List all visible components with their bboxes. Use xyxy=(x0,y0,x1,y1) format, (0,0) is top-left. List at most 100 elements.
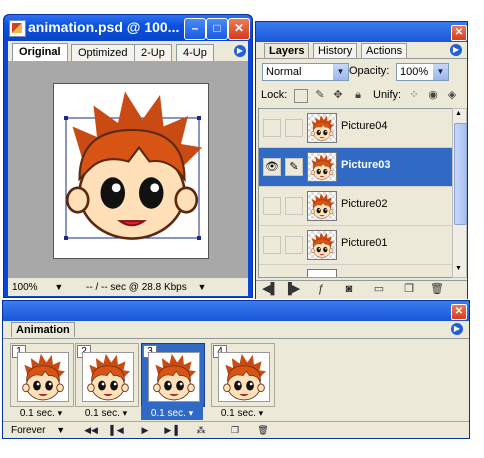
lock-transparency-icon[interactable] xyxy=(294,89,308,103)
frame-thumbnail xyxy=(148,352,200,402)
download-info-dropdown[interactable]: -- / -- sec @ 28.8 Kbps ▼ xyxy=(86,280,206,294)
tab-optimized[interactable]: Optimized xyxy=(71,44,135,61)
next-frame-icon[interactable]: ▶▐ xyxy=(163,424,179,436)
first-frame-icon[interactable]: ◀◀ xyxy=(83,424,99,436)
unify-label: Unify: xyxy=(373,89,402,101)
unify-style-icon[interactable]: ◈ xyxy=(446,89,458,101)
blend-mode-value: Normal xyxy=(266,66,302,78)
layer-thumbnail xyxy=(307,230,337,260)
animation-frame[interactable]: 4 xyxy=(211,343,275,407)
new-folder-icon[interactable]: ▭ xyxy=(372,283,386,296)
tab-2-up[interactable]: 2-Up xyxy=(134,44,172,61)
chevron-down-icon: ▼ xyxy=(54,282,64,292)
new-layer-icon[interactable]: ❐ xyxy=(402,283,416,296)
loop-options-dropdown[interactable]: Forever ▼ xyxy=(11,423,65,437)
previous-frame-icon[interactable]: ◀▌ xyxy=(262,283,278,296)
layer-thumbnail xyxy=(307,269,337,277)
animation-frame[interactable]: 2 xyxy=(75,343,139,407)
scrollbar-thumb[interactable] xyxy=(454,123,467,225)
layer-thumbnail xyxy=(307,191,337,221)
chevron-down-icon: ▼ xyxy=(433,64,448,80)
layers-scrollbar[interactable]: ▲ ▼ xyxy=(452,108,467,278)
tabs-scroll-arrow-icon[interactable]: ▶ xyxy=(234,45,246,57)
tab-layers[interactable]: Layers xyxy=(264,43,310,58)
frame-delay[interactable]: 0.1 sec. ▾ xyxy=(10,406,72,420)
close-button[interactable]: ✕ xyxy=(228,18,250,40)
close-palette-button[interactable]: ✕ xyxy=(451,25,467,41)
palette-tabs: Animation ▶ xyxy=(3,321,469,339)
scroll-up-icon[interactable]: ▲ xyxy=(455,110,462,117)
tab-original[interactable]: Original xyxy=(12,43,68,62)
document-title: animation.psd @ 100... xyxy=(28,19,180,35)
canvas-area xyxy=(8,61,248,277)
tab-4-up[interactable]: 4-Up xyxy=(176,44,214,61)
unify-position-icon[interactable]: ⁘ xyxy=(408,89,420,101)
blend-mode-select[interactable]: Normal ▼ xyxy=(262,63,349,81)
duplicate-frame-icon[interactable]: ❐ xyxy=(227,424,243,436)
image-canvas[interactable] xyxy=(53,83,209,259)
palette-tabs: Layers History Actions ▶ xyxy=(256,42,467,59)
play-icon[interactable]: ▶ xyxy=(137,424,153,436)
scroll-down-icon[interactable]: ▼ xyxy=(455,265,462,272)
frame-delay-value: 0.1 sec. xyxy=(220,408,256,419)
tween-icon[interactable]: ⁂ xyxy=(193,424,209,436)
layer-row[interactable]: 👁︎ ✎ Picture03 xyxy=(259,148,452,187)
trash-icon[interactable]: 🗑︎ xyxy=(255,424,271,436)
frame-delay-value: 0.1 sec. xyxy=(84,408,120,419)
zoom-value: 100% xyxy=(12,282,38,293)
animation-frame[interactable]: 1 xyxy=(10,343,74,407)
minimize-button[interactable]: – xyxy=(184,18,206,40)
frame-thumbnail xyxy=(82,352,134,402)
unify-visibility-icon[interactable]: ◉ xyxy=(427,89,439,101)
lock-paint-brush-icon[interactable]: ✎ xyxy=(314,89,326,101)
palette-menu-arrow-icon[interactable]: ▶ xyxy=(451,323,463,335)
frame-thumbnail xyxy=(17,352,69,402)
layer-thumbnail xyxy=(307,113,337,143)
paintbrush-icon[interactable]: ✎ xyxy=(285,158,303,176)
link-toggle[interactable] xyxy=(285,119,303,137)
layer-name: Picture04 xyxy=(341,120,388,132)
document-status-bar: 100% ▼ -- / -- sec @ 28.8 Kbps ▼ xyxy=(8,277,248,296)
animation-palette: ✕ Animation ▶ 1 0.1 sec. ▾ 2 0.1 sec. ▾ … xyxy=(2,300,470,439)
palette-title-bar[interactable]: ✕ xyxy=(256,22,467,42)
layer-name: Picture01 xyxy=(341,237,388,249)
animation-frame[interactable]: 3 xyxy=(141,343,205,407)
link-toggle[interactable] xyxy=(285,236,303,254)
add-mask-icon[interactable]: ◙ xyxy=(342,283,356,296)
document-title-bar[interactable]: animation.psd @ 100... – □ ✕ xyxy=(4,15,252,41)
tab-actions[interactable]: Actions xyxy=(361,43,408,58)
layer-row-partial[interactable] xyxy=(259,265,452,277)
maximize-button[interactable]: □ xyxy=(206,18,228,40)
tab-history[interactable]: History xyxy=(313,43,358,58)
close-palette-button[interactable]: ✕ xyxy=(451,304,467,320)
frame-delay-value: 0.1 sec. xyxy=(150,408,186,419)
eye-icon[interactable]: 👁︎ xyxy=(263,158,281,176)
layer-thumbnail xyxy=(307,152,337,182)
layer-effects-icon[interactable]: ƒ xyxy=(314,283,328,296)
opacity-field[interactable]: 100% ▼ xyxy=(396,63,449,81)
chevron-down-icon: ▼ xyxy=(197,282,207,292)
next-frame-icon[interactable]: ▐▶ xyxy=(284,283,300,296)
frame-delay-value: 0.1 sec. xyxy=(19,408,55,419)
layer-row[interactable]: Picture04 xyxy=(259,109,452,148)
animation-bottom-toolbar: Forever ▼ ◀◀ ▌◀ ▶ ▶▐ ⁂ ❐ 🗑︎ xyxy=(3,421,469,439)
frame-delay[interactable]: 0.1 sec. ▾ xyxy=(211,406,273,420)
visibility-toggle[interactable] xyxy=(263,197,281,215)
lock-all-icon[interactable]: 🔒︎ xyxy=(352,89,364,101)
tab-animation[interactable]: Animation xyxy=(11,322,75,337)
palette-menu-arrow-icon[interactable]: ▶ xyxy=(450,44,462,56)
layer-row[interactable]: Picture02 xyxy=(259,187,452,226)
previous-frame-icon[interactable]: ▌◀ xyxy=(109,424,125,436)
layer-row[interactable]: Picture01 xyxy=(259,226,452,265)
link-toggle[interactable] xyxy=(285,197,303,215)
layers-list: Picture04 👁︎ ✎ Picture03 Picture02 Pictu… xyxy=(258,108,453,278)
layers-bottom-toolbar: ◀▌ ▐▶ ƒ ◙ ▭ ❐ 🗑︎ xyxy=(256,280,467,299)
lock-move-icon[interactable]: ✥ xyxy=(332,89,344,101)
frame-delay[interactable]: 0.1 sec. ▾ xyxy=(141,406,203,420)
palette-title-bar[interactable]: ✕ xyxy=(3,301,469,321)
trash-icon[interactable]: 🗑︎ xyxy=(430,283,444,296)
frame-delay[interactable]: 0.1 sec. ▾ xyxy=(75,406,137,420)
visibility-toggle[interactable] xyxy=(263,236,281,254)
visibility-toggle[interactable] xyxy=(263,119,281,137)
zoom-dropdown[interactable]: 100% ▼ xyxy=(12,280,63,294)
